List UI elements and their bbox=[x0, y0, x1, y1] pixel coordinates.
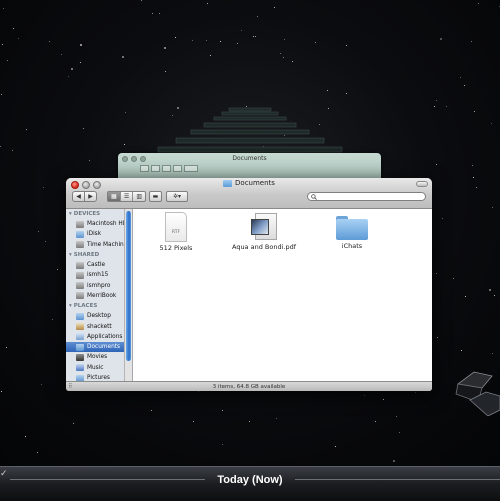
sidebar-item-movies[interactable]: Movies bbox=[66, 352, 132, 362]
file-name: 512 Pixels bbox=[159, 244, 193, 252]
file-item-ichats[interactable]: iChats bbox=[317, 212, 387, 250]
window-title: Documents bbox=[66, 179, 432, 187]
view-icon bbox=[162, 165, 171, 172]
cover-flow-button[interactable]: ▬ bbox=[149, 191, 162, 202]
status-bar: ⠿ 3 items, 64.8 GB available bbox=[66, 381, 432, 391]
home-icon bbox=[76, 323, 84, 331]
sidebar-item-ismh15[interactable]: ismh15 bbox=[66, 270, 132, 280]
computer-icon bbox=[76, 261, 84, 269]
disclosure-triangle-icon[interactable]: ▾ bbox=[69, 252, 72, 258]
pdf-preview-image bbox=[251, 219, 269, 235]
computer-icon bbox=[76, 282, 84, 290]
folder-icon bbox=[336, 216, 368, 240]
file-name: Aqua and Bondi.pdf bbox=[231, 243, 297, 251]
cover-flow-icon: ▬ bbox=[152, 193, 159, 200]
finder-window: Documents ◀ ▶ ▦ ☰ ▥ ▬ ✲▾ ▾ DEVICES Macinto… bbox=[66, 178, 432, 391]
status-text: 3 items, 64.8 GB available bbox=[212, 384, 286, 390]
folder-body bbox=[336, 219, 368, 240]
sidebar-item-label: Movies bbox=[87, 354, 108, 361]
sidebar-item-castle[interactable]: Castle bbox=[66, 260, 132, 270]
sidebar-item-ismhpro[interactable]: ismhpro bbox=[66, 280, 132, 290]
file-type-badge: RTF bbox=[171, 230, 181, 235]
sidebar: ▾ DEVICES Macintosh HD iDisk Time Machine ▾ SH… bbox=[66, 209, 133, 381]
sidebar-section-header[interactable]: ▾ PLACES bbox=[66, 301, 132, 311]
search-icon bbox=[311, 193, 317, 200]
sidebar-item-label: Applications bbox=[87, 333, 123, 340]
sidebar-item-time-machine[interactable]: Time Machine bbox=[66, 240, 132, 250]
column-view-button[interactable]: ▥ bbox=[133, 192, 145, 201]
forward-button[interactable]: ▶ bbox=[84, 191, 97, 202]
icon-view-button[interactable]: ▦ bbox=[108, 192, 121, 201]
sidebar-item-label: Macintosh HD bbox=[87, 221, 128, 228]
time-machine-disk-icon bbox=[76, 241, 84, 249]
sidebar-item-label: Time Machine bbox=[87, 241, 128, 248]
computer-icon bbox=[76, 292, 84, 300]
window-titlebar[interactable]: Documents ◀ ▶ ▦ ☰ ▥ ▬ ✲▾ bbox=[66, 178, 432, 209]
disclosure-triangle-icon[interactable]: ▾ bbox=[69, 303, 72, 309]
sidebar-item-label: Castle bbox=[87, 262, 106, 269]
music-icon bbox=[76, 364, 84, 372]
movies-icon bbox=[76, 353, 84, 361]
gear-icon: ✲▾ bbox=[172, 193, 182, 200]
action-icon bbox=[184, 165, 198, 172]
applications-icon bbox=[76, 333, 84, 341]
forward-arrow-icon: ▶ bbox=[88, 193, 93, 200]
desktop-icon bbox=[76, 312, 84, 320]
computer-icon bbox=[76, 271, 84, 279]
sidebar-item-music[interactable]: Music bbox=[66, 363, 132, 373]
sidebar-scrollbar[interactable] bbox=[124, 209, 132, 381]
sidebar-item-label: ismh15 bbox=[87, 272, 109, 279]
documents-folder-icon bbox=[76, 343, 84, 351]
sidebar-item-shackett[interactable]: shackett bbox=[66, 321, 132, 331]
file-item-aqua-and-bondi[interactable]: Aqua and Bondi.pdf bbox=[223, 213, 305, 251]
sidebar-item-pictures[interactable]: Pictures bbox=[66, 373, 132, 381]
folder-icon bbox=[223, 179, 233, 187]
file-view: RTF 512 Pixels Aqua and Bondi.pdf iChats bbox=[133, 209, 432, 381]
sidebar-item-macintosh-hd[interactable]: Macintosh HD bbox=[66, 219, 132, 229]
sidebar-item-label: Desktop bbox=[87, 313, 111, 320]
list-view-button[interactable]: ☰ bbox=[121, 192, 134, 201]
sidebar-item-merribook[interactable]: MerriBook bbox=[66, 291, 132, 301]
back-arrow-icon: ◀ bbox=[76, 193, 81, 200]
disclosure-triangle-icon[interactable]: ▾ bbox=[69, 211, 72, 217]
sidebar-section-title: SHARED bbox=[73, 251, 100, 258]
file-item-512-pixels[interactable]: RTF 512 Pixels bbox=[141, 212, 211, 252]
sidebar-item-applications[interactable]: Applications bbox=[66, 332, 132, 342]
back-window-toolbar bbox=[140, 165, 198, 172]
search-field[interactable] bbox=[307, 192, 426, 201]
sidebar-scroll-thumb[interactable] bbox=[126, 211, 131, 361]
timeline-label: Today (Now) bbox=[217, 474, 283, 486]
view-icon bbox=[151, 165, 160, 172]
window-title-text: Documents bbox=[235, 179, 275, 187]
sidebar-item-idisk[interactable]: iDisk bbox=[66, 229, 132, 239]
idisk-icon bbox=[76, 230, 84, 238]
hard-disk-icon bbox=[76, 220, 84, 228]
sidebar-item-label: ismhpro bbox=[87, 282, 111, 289]
view-icon bbox=[173, 165, 182, 172]
sidebar-item-label: MerriBook bbox=[87, 292, 117, 299]
view-icon bbox=[140, 165, 149, 172]
sidebar-section-header[interactable]: ▾ SHARED bbox=[66, 250, 132, 260]
time-machine-arrows-icon[interactable] bbox=[452, 366, 500, 416]
action-menu-button[interactable]: ✲▾ bbox=[166, 191, 188, 202]
view-switcher: ▦ ☰ ▥ bbox=[107, 191, 146, 202]
file-name: iChats bbox=[341, 242, 363, 250]
sidebar-item-label: shackett bbox=[87, 323, 112, 330]
sidebar-item-label: iDisk bbox=[87, 231, 102, 238]
sidebar-section-header[interactable]: ▾ DEVICES bbox=[66, 209, 132, 219]
sidebar-item-documents[interactable]: Documents bbox=[66, 341, 132, 353]
sidebar-item-desktop[interactable]: Desktop bbox=[66, 311, 132, 321]
sidebar-section-title: DEVICES bbox=[73, 211, 101, 217]
toolbar-toggle-button[interactable] bbox=[416, 181, 428, 187]
pdf-document-icon bbox=[251, 213, 277, 241]
sidebar-section-title: PLACES bbox=[73, 303, 98, 310]
back-finder-window[interactable]: Documents bbox=[118, 153, 381, 181]
back-window-title: Documents bbox=[232, 155, 267, 162]
sidebar-item-label: Documents bbox=[87, 344, 121, 351]
rtf-document-icon: RTF bbox=[165, 212, 187, 242]
timeline-bar[interactable]: ✓ Today (Now) bbox=[0, 466, 500, 501]
sidebar-item-label: Music bbox=[87, 364, 104, 371]
sidebar-resize-icon[interactable]: ⠿ bbox=[68, 383, 72, 390]
